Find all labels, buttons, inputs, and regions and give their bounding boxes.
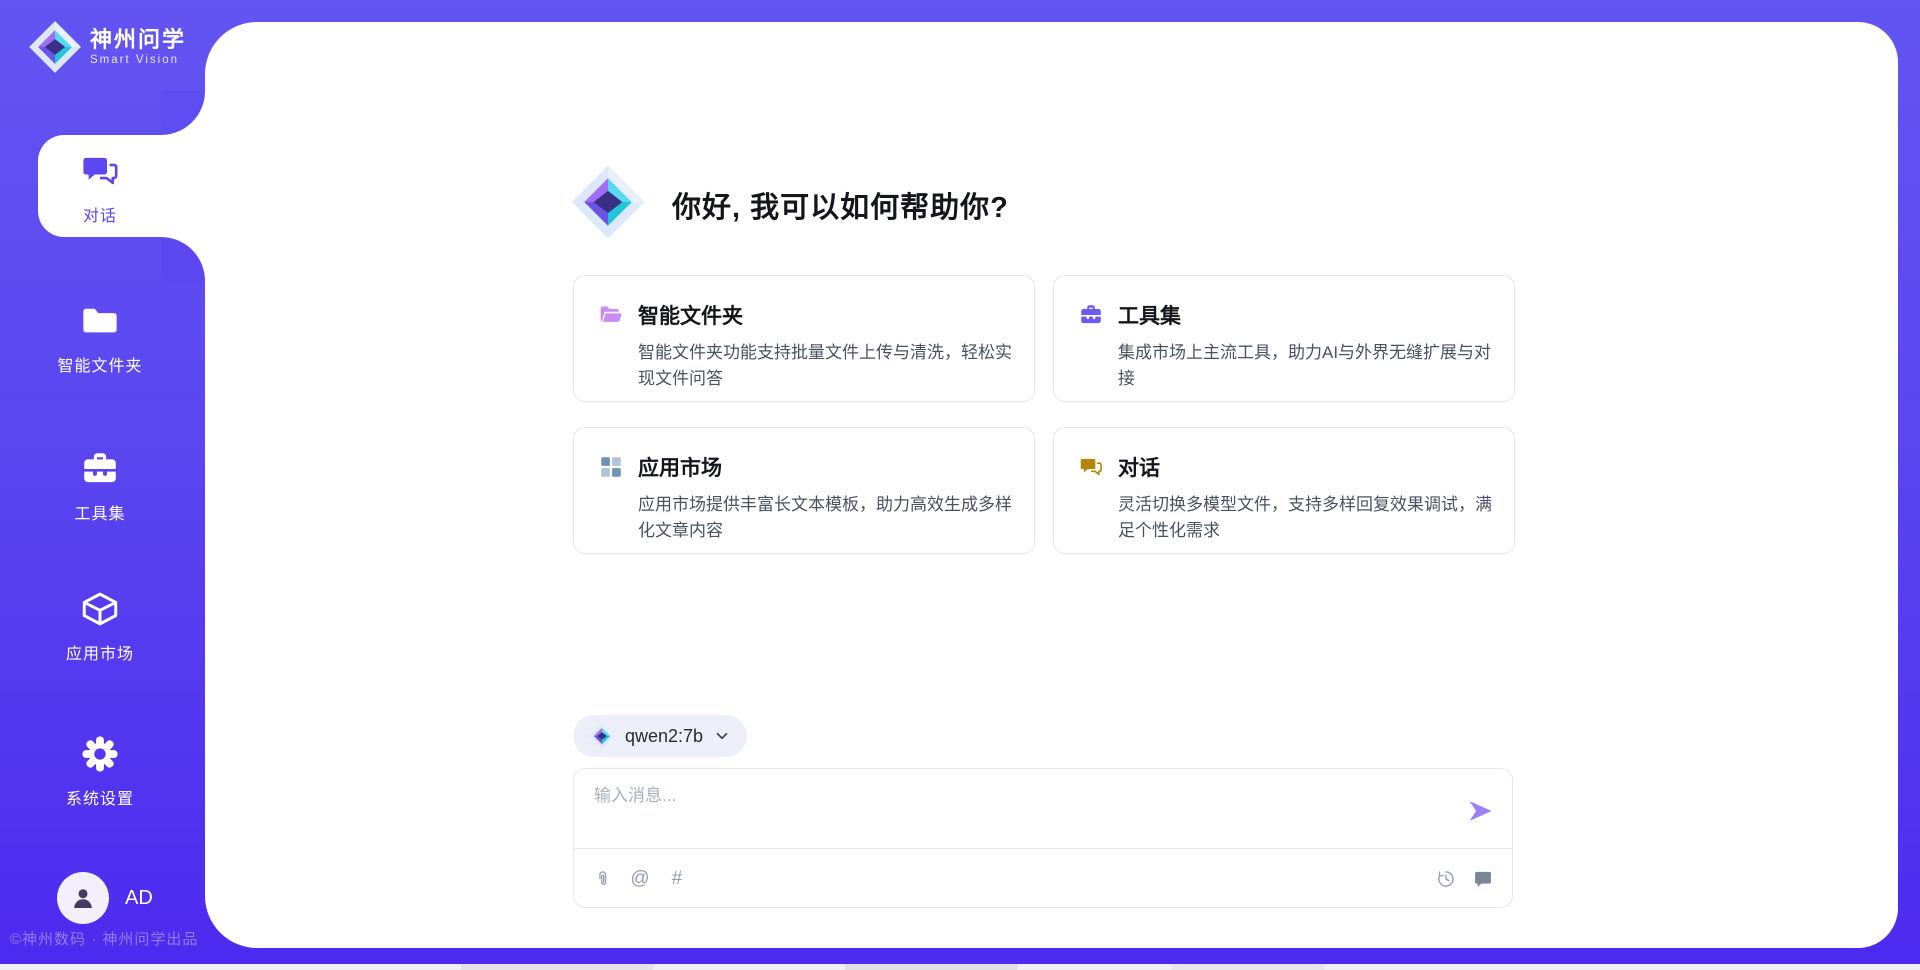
brand-subtitle: Smart Vision xyxy=(90,54,186,66)
card-title: 智能文件夹 xyxy=(638,300,743,330)
hash-icon: # xyxy=(672,868,683,890)
card-title: 工具集 xyxy=(1118,300,1181,330)
card-title: 对话 xyxy=(1118,452,1160,482)
paperclip-icon xyxy=(593,869,613,889)
comment-icon xyxy=(1473,869,1493,889)
card-description: 智能文件夹功能支持批量文件上传与清洗，轻松实现文件问答 xyxy=(638,340,1016,392)
person-icon xyxy=(68,883,98,913)
comment-button[interactable] xyxy=(1472,868,1494,890)
sidebar-item-label: 智能文件夹 xyxy=(30,352,170,376)
avatar[interactable] xyxy=(57,872,109,924)
card-title: 应用市场 xyxy=(638,452,722,482)
mention-button[interactable]: @ xyxy=(629,868,651,890)
sidebar-item-settings[interactable]: 系统设置 xyxy=(30,733,170,809)
screen-edge xyxy=(0,964,1920,970)
card-description: 灵活切换多模型文件，支持多样回复效果调试，满足个性化需求 xyxy=(1118,492,1496,544)
briefcase-icon xyxy=(1078,302,1104,328)
user-row: AD xyxy=(57,872,153,924)
folder-open-icon xyxy=(598,302,624,328)
sidebar-item-toolset[interactable]: 工具集 xyxy=(30,448,170,524)
send-button[interactable] xyxy=(1466,797,1494,825)
card-description: 应用市场提供丰富长文本模板，助力高效生成多样化文章内容 xyxy=(638,492,1016,544)
model-selector[interactable]: qwen2:7b xyxy=(573,715,747,757)
message-input[interactable] xyxy=(592,785,1456,807)
sidebar-item-chat[interactable]: 对话 xyxy=(30,150,170,226)
greeting-title: 你好, 我可以如何帮助你? xyxy=(672,184,1009,226)
chat-icon xyxy=(79,150,121,192)
composer: @ # xyxy=(573,768,1513,908)
cube-icon xyxy=(79,588,121,630)
history-button[interactable] xyxy=(1435,868,1457,890)
sidebar-item-app-market[interactable]: 应用市场 xyxy=(30,588,170,664)
sidebar-item-label: 系统设置 xyxy=(30,785,170,809)
folder-icon xyxy=(79,300,121,342)
card-chat[interactable]: 对话 灵活切换多模型文件，支持多样回复效果调试，满足个性化需求 xyxy=(1053,427,1515,554)
sidebar-item-label: 工具集 xyxy=(30,500,170,524)
at-icon: @ xyxy=(630,868,649,890)
hashtag-button[interactable]: # xyxy=(666,868,688,890)
greeting-logo-icon xyxy=(570,164,646,240)
active-nav-fillet-bottom xyxy=(161,237,205,281)
active-nav-fillet-top xyxy=(161,91,205,135)
model-name: qwen2:7b xyxy=(625,726,703,747)
history-icon xyxy=(1436,869,1456,889)
sidebar-item-label: 对话 xyxy=(30,202,170,226)
brand-logo-icon xyxy=(28,20,82,74)
copyright: ©神州数码 · 神州问学出品 xyxy=(10,928,198,949)
user-name: AD xyxy=(125,887,153,910)
grid-icon xyxy=(598,454,624,480)
sidebar-item-label: 应用市场 xyxy=(30,640,170,664)
gear-icon xyxy=(79,733,121,775)
chat-icon xyxy=(1078,454,1104,480)
brand: 神州问学 Smart Vision xyxy=(28,20,186,74)
chevron-down-icon xyxy=(713,727,731,745)
brand-name: 神州问学 xyxy=(90,28,186,52)
attach-file-button[interactable] xyxy=(592,868,614,890)
model-logo-icon xyxy=(589,723,615,749)
card-smart-folder[interactable]: 智能文件夹 智能文件夹功能支持批量文件上传与清洗，轻松实现文件问答 xyxy=(573,275,1035,402)
toolbox-icon xyxy=(79,448,121,490)
sidebar-item-smart-folder[interactable]: 智能文件夹 xyxy=(30,300,170,376)
card-toolset[interactable]: 工具集 集成市场上主流工具，助力AI与外界无缝扩展与对接 xyxy=(1053,275,1515,402)
app: 神州问学 Smart Vision 对话 智能文件夹 工具集 应用市场 xyxy=(0,0,1920,970)
send-icon xyxy=(1466,797,1494,825)
card-app-market[interactable]: 应用市场 应用市场提供丰富长文本模板，助力高效生成多样化文章内容 xyxy=(573,427,1035,554)
card-description: 集成市场上主流工具，助力AI与外界无缝扩展与对接 xyxy=(1118,340,1496,392)
